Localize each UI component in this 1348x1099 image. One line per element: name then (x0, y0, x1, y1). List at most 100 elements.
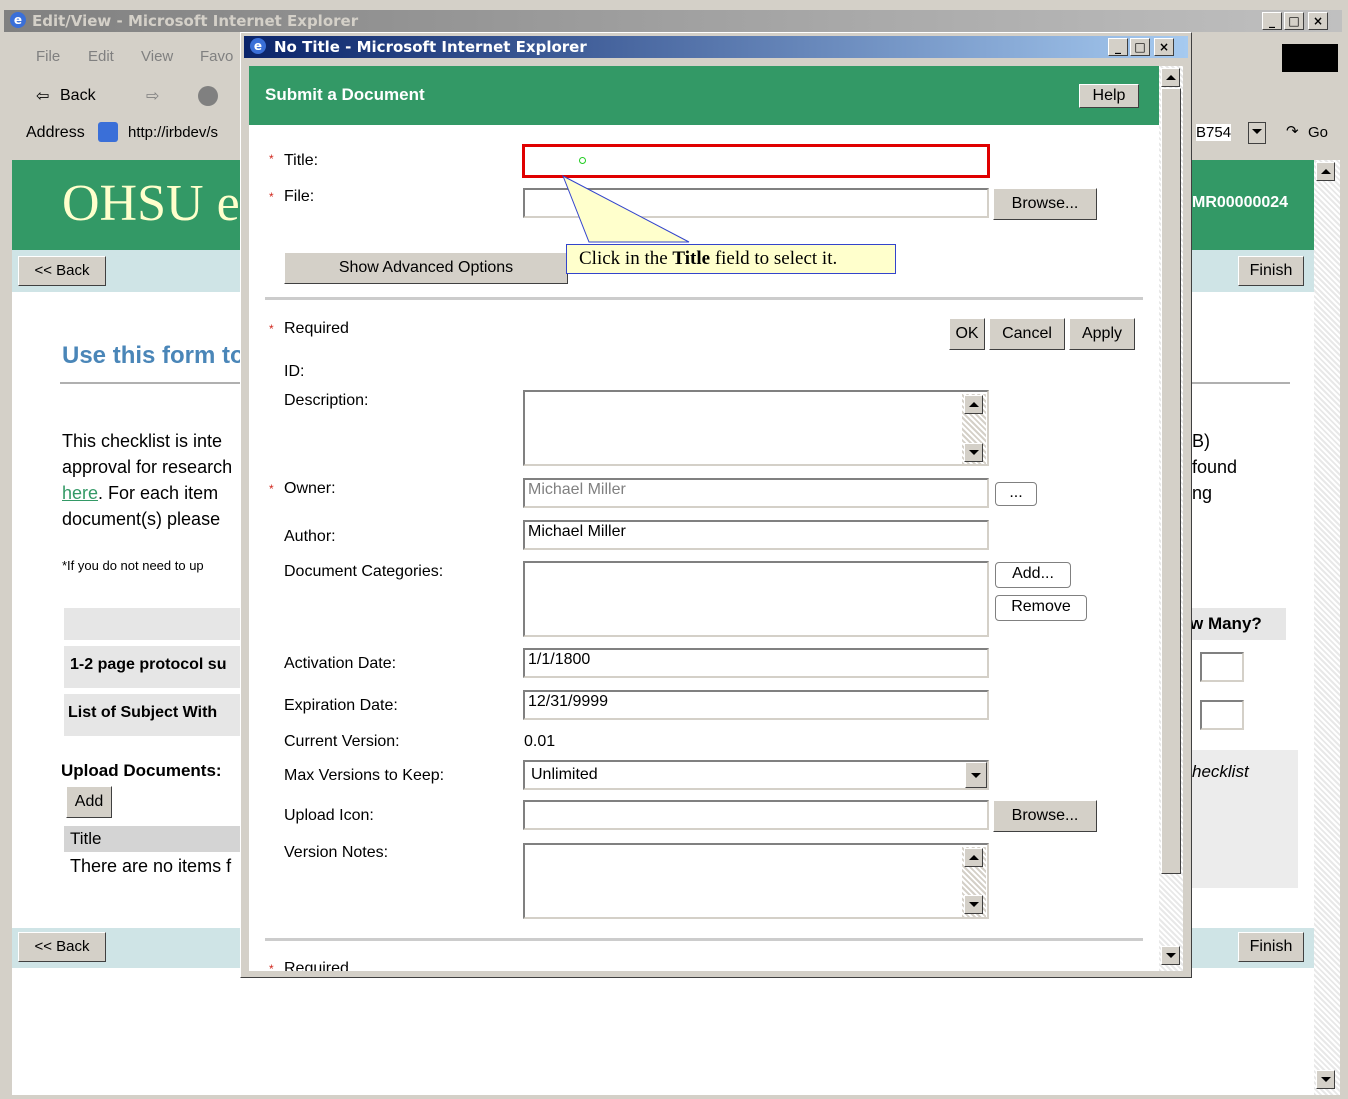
title-label: Title: (284, 152, 319, 169)
outer-scroll-down[interactable] (1316, 1070, 1335, 1089)
required-legend: Required (284, 320, 349, 337)
ohsu-logo: OHSU e (62, 175, 240, 232)
max-versions-value: Unlimited (531, 766, 598, 783)
help-button[interactable]: Help (1079, 84, 1139, 108)
footnote: *If you do not need to up (62, 558, 204, 573)
maximize-button[interactable]: □ (1284, 12, 1304, 30)
apply-button[interactable]: Apply (1069, 318, 1135, 350)
outer-scroll-up[interactable] (1316, 162, 1335, 181)
go-icon[interactable]: ↷ (1286, 122, 1299, 140)
max-versions-dropdown-icon[interactable] (965, 762, 987, 788)
upload-icon-browse-button[interactable]: Browse... (993, 800, 1097, 832)
checklist-header-row (64, 608, 254, 640)
version-notes-textarea[interactable] (523, 843, 989, 919)
owner-required-marker: * (269, 482, 274, 496)
dialog-window-title: No Title - Microsoft Internet Explorer (274, 38, 587, 56)
dialog-minimize-button[interactable]: _ (1108, 38, 1128, 56)
menu-edit[interactable]: Edit (88, 48, 114, 65)
categories-add-button[interactable]: Add... (995, 562, 1071, 588)
title-column-label: Title (70, 829, 102, 848)
para-line-3-text: . For each item (98, 483, 219, 503)
description-label: Description: (284, 392, 369, 409)
required-legend-marker: * (269, 322, 274, 336)
row-1-label: 1-2 page protocol su (70, 656, 227, 673)
categories-remove-button[interactable]: Remove (995, 595, 1087, 621)
checklist-row-1: 1-2 page protocol su (64, 646, 254, 688)
ok-button[interactable]: OK (949, 318, 985, 350)
how-many-input-1[interactable] (1200, 652, 1244, 682)
back-arrow-icon: ⇦ (36, 88, 50, 105)
doc-categories-list[interactable] (523, 561, 989, 637)
required-legend-bottom-marker: * (269, 962, 274, 971)
owner-input: Michael Miller (523, 478, 989, 508)
forward-arrow-icon[interactable]: ⇨ (146, 86, 159, 106)
stop-icon[interactable] (198, 86, 218, 106)
address-dropdown[interactable] (1248, 122, 1266, 144)
tooltip-pointer (562, 174, 690, 243)
current-version-value: 0.01 (524, 733, 556, 750)
address-input[interactable]: http://irbdev/s (128, 124, 218, 141)
dialog-header-bar: Submit a Document Help (249, 66, 1159, 125)
dialog-titlebar: e No Title - Microsoft Internet Explorer… (244, 36, 1188, 58)
checklist-note-box: hecklist (1190, 750, 1298, 888)
row-2-label: List of Subject With (68, 704, 218, 721)
outer-scrollbar-track[interactable] (1314, 160, 1340, 1095)
back-nav-button[interactable]: Back (60, 87, 96, 105)
upload-icon-input[interactable] (523, 800, 989, 830)
dialog-maximize-button[interactable]: □ (1130, 38, 1150, 56)
show-advanced-options-button[interactable]: Show Advanced Options (284, 252, 568, 284)
dialog-scroll-up[interactable] (1161, 68, 1180, 87)
version-notes-scroll-up[interactable] (964, 848, 983, 867)
cancel-button[interactable]: Cancel (989, 318, 1065, 350)
back-button-bottom[interactable]: << Back (18, 932, 106, 962)
how-many-input-2[interactable] (1200, 700, 1244, 730)
how-many-header: w Many? (1190, 608, 1286, 640)
page-icon (98, 122, 118, 142)
description-scroll-down[interactable] (964, 443, 983, 462)
here-link[interactable]: here (62, 483, 98, 503)
record-id: MR00000024 (1192, 194, 1289, 211)
tooltip-callout: Click in the Title field to select it. (566, 244, 896, 274)
doc-categories-label: Document Categories: (284, 563, 444, 580)
ie-icon: e (10, 12, 26, 28)
owner-picker-button[interactable]: ... (995, 482, 1037, 506)
finish-button-top[interactable]: Finish (1238, 256, 1304, 286)
title-required-marker: * (269, 152, 274, 166)
menu-favorites[interactable]: Favo (200, 48, 233, 65)
dialog-scroll-thumb[interactable] (1161, 88, 1181, 874)
para-right-1: B) (1192, 431, 1210, 451)
author-input[interactable]: Michael Miller (523, 520, 989, 550)
menu-view[interactable]: View (141, 48, 173, 65)
intro-paragraph: This checklist is inte approval for rese… (62, 428, 232, 532)
minimize-button[interactable]: _ (1262, 12, 1282, 30)
file-browse-button[interactable]: Browse... (993, 188, 1097, 220)
version-notes-scroll-down[interactable] (964, 895, 983, 914)
activation-date-input[interactable]: 1/1/1800 (523, 648, 989, 678)
para-line-3: here. For each item (62, 480, 232, 506)
dialog-scroll-down[interactable] (1161, 946, 1180, 965)
para-line-1: This checklist is inte (62, 431, 223, 451)
id-label: ID: (284, 363, 305, 380)
dialog-close-button[interactable]: × (1154, 38, 1174, 56)
version-notes-label: Version Notes: (284, 844, 389, 861)
para-right-3: ng (1192, 483, 1213, 503)
section-divider-top (265, 297, 1143, 300)
expiration-date-input[interactable]: 12/31/9999 (523, 690, 989, 720)
file-label: File: (284, 188, 315, 205)
description-scroll-up[interactable] (964, 395, 983, 414)
owner-label: Owner: (284, 480, 336, 497)
back-button-top[interactable]: << Back (18, 256, 106, 286)
max-versions-label: Max Versions to Keep: (284, 767, 445, 784)
close-button[interactable]: × (1308, 12, 1328, 30)
author-label: Author: (284, 528, 336, 545)
address-suffix[interactable]: B754 (1196, 124, 1232, 141)
menu-file[interactable]: File (36, 48, 60, 65)
add-button[interactable]: Add (66, 786, 112, 818)
go-button[interactable]: Go (1308, 124, 1328, 141)
activation-date-label: Activation Date: (284, 655, 397, 672)
finish-button-bottom[interactable]: Finish (1238, 932, 1304, 962)
description-textarea[interactable] (523, 390, 989, 466)
max-versions-select[interactable]: Unlimited (523, 760, 989, 790)
current-version-label: Current Version: (284, 733, 400, 750)
para-right-2: found (1192, 457, 1238, 477)
